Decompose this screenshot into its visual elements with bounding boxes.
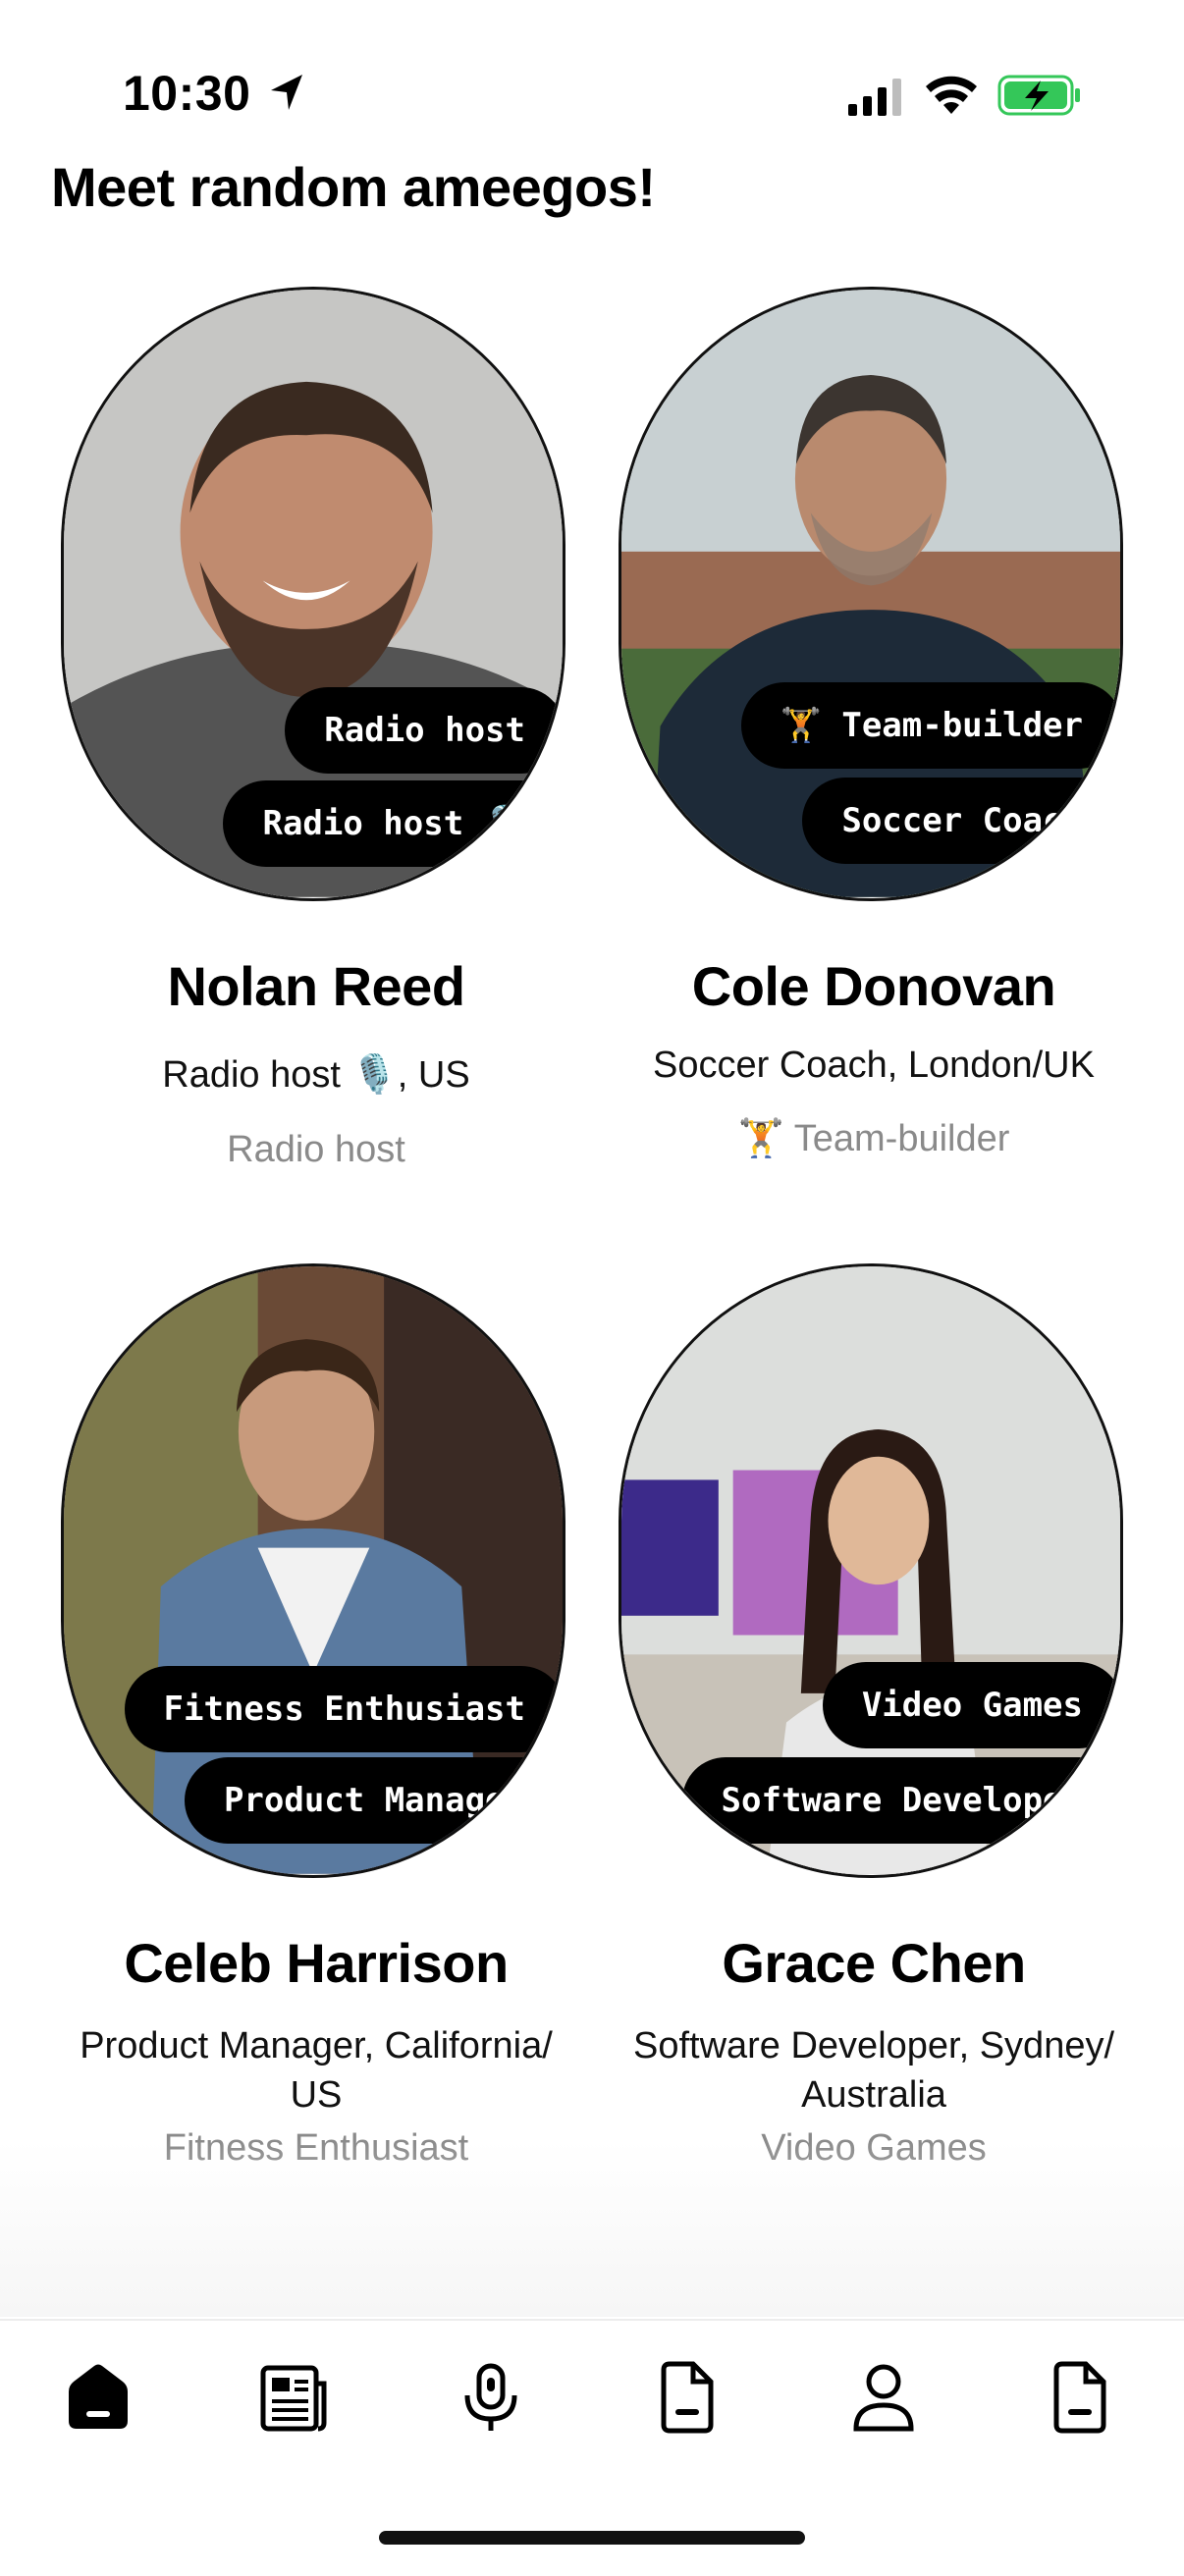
profile-tag: 🏋️ Team-builder <box>740 682 1120 769</box>
profile-name: Cole Donovan <box>691 955 1056 1017</box>
profile-tag: Soccer Coach <box>802 778 1120 864</box>
profile-subtitle: Radio host 🎙️, US <box>162 1054 470 1096</box>
battery-charging-icon <box>997 75 1080 116</box>
profile-subtitle: Product Manager, California/ US <box>80 2025 553 2116</box>
profile-tag: Product Manager <box>184 1757 563 1844</box>
document-icon <box>1053 2361 1106 2434</box>
profile-hobby: Radio host <box>227 1129 405 1170</box>
profile-hobby: 🏋️ Team-builder <box>737 1118 1010 1159</box>
profile-tag: Radio host <box>285 687 563 774</box>
document-icon <box>661 2361 714 2434</box>
home-icon <box>69 2364 128 2429</box>
profile-tag: Software Developer <box>681 1757 1120 1844</box>
profile-tag: Radio host 🎙️ <box>223 780 563 867</box>
cellular-signal-icon <box>848 79 901 116</box>
location-arrow-icon <box>271 75 302 110</box>
profile-name: Grace Chen <box>722 1932 1026 1994</box>
status-time: 10:30 <box>123 66 251 121</box>
microphone-icon <box>464 2363 517 2431</box>
profile-name: Celeb Harrison <box>124 1932 509 1994</box>
page-title: Meet random ameegos! <box>51 156 656 218</box>
profile-icon <box>853 2364 914 2432</box>
profile-name: Nolan Reed <box>167 955 465 1017</box>
profile-tag: Fitness Enthusiast <box>124 1666 563 1752</box>
profile-subtitle: Soccer Coach, London/UK <box>653 1045 1095 1086</box>
scroll-fade <box>0 2140 1184 2317</box>
nav-news[interactable] <box>255 2358 334 2437</box>
avatar[interactable]: Radio host Radio host 🎙️ <box>61 287 565 901</box>
avatar[interactable]: Fitness Enthusiast Product Manager <box>61 1263 565 1878</box>
wifi-icon <box>926 76 977 114</box>
newspaper-icon <box>260 2365 327 2432</box>
nav-home[interactable] <box>59 2358 137 2437</box>
home-indicator[interactable] <box>379 2531 805 2545</box>
nav-documents-2[interactable] <box>1041 2358 1119 2437</box>
profile-subtitle: Software Developer, Sydney/ Australia <box>632 2025 1115 2116</box>
nav-profile[interactable] <box>844 2358 923 2437</box>
status-bar: 10:30 <box>0 0 1184 147</box>
avatar[interactable]: Video Games Software Developer <box>619 1263 1123 1878</box>
profile-tag: Video Games <box>822 1662 1120 1748</box>
avatar[interactable]: 🏋️ Team-builder Soccer Coach <box>619 287 1123 901</box>
nav-documents[interactable] <box>648 2358 727 2437</box>
nav-voice[interactable] <box>452 2358 530 2437</box>
